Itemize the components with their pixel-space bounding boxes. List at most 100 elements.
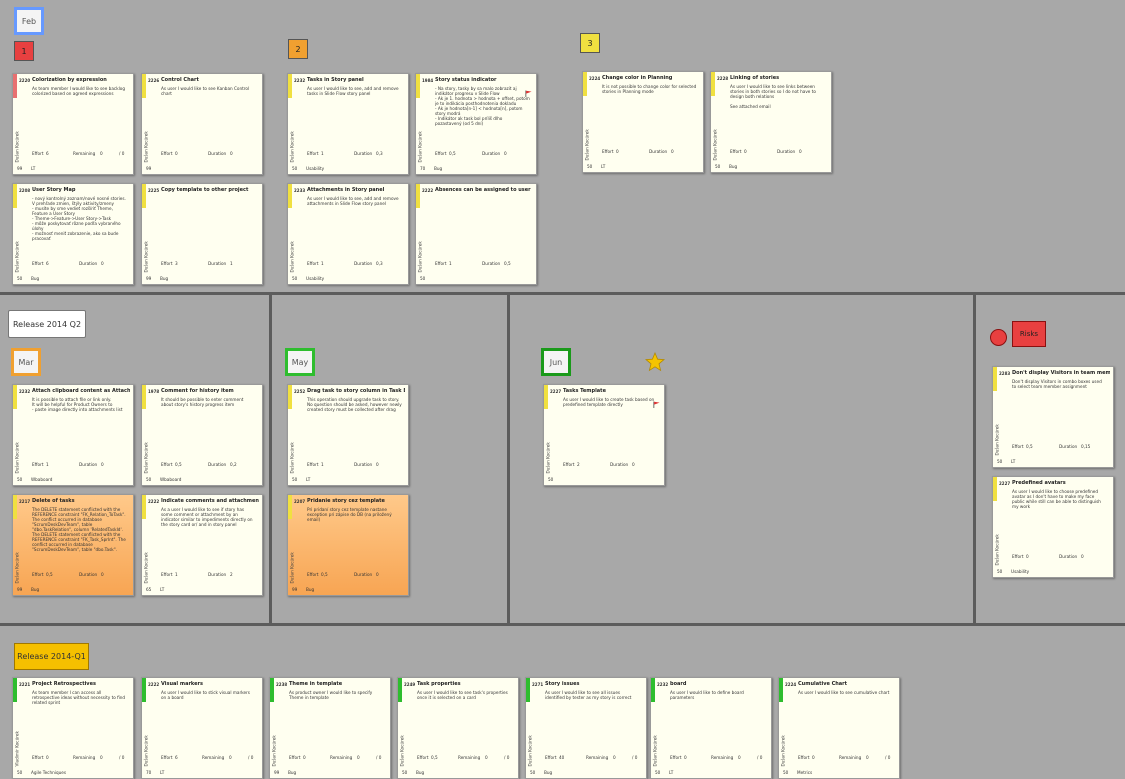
story-card[interactable]: 2226 Control Chart As user I would like to… bbox=[141, 73, 263, 175]
card-effort-label: Effort bbox=[435, 151, 447, 156]
card-duration-value: 0 bbox=[101, 572, 104, 577]
priority-marker-3[interactable]: 3 bbox=[580, 33, 600, 53]
story-card[interactable]: 2283Don't display Visitors in team membe… bbox=[992, 366, 1114, 468]
story-card[interactable]: 2228 Linking of stories As user I would li… bbox=[710, 71, 832, 173]
card-owner: Dušan Kocúrek bbox=[417, 241, 423, 273]
card-remaining-label: Remaining bbox=[839, 755, 862, 760]
card-title: Predefined avatars bbox=[1012, 480, 1066, 486]
release-q1-label[interactable]: Release 2014-Q1 bbox=[14, 643, 89, 670]
card-effort-value: 0 bbox=[46, 755, 49, 760]
story-card[interactable]: 2225 Copy template to other project Dušan … bbox=[141, 183, 263, 285]
story-card[interactable]: 1984 Story status indicator - Na story, ta… bbox=[415, 73, 537, 175]
card-remaining-total: / 0 bbox=[504, 755, 510, 760]
story-card[interactable]: 1978 Comment for history item It should be… bbox=[141, 384, 263, 486]
star-marker-icon[interactable] bbox=[644, 351, 666, 372]
card-owner: Dušan Kocúrek bbox=[584, 129, 590, 161]
card-category: Wbaboard bbox=[160, 477, 182, 482]
story-card[interactable]: 2252Drag task to story column in Task Bo… bbox=[287, 384, 409, 486]
story-card[interactable]: 2227 Tasks Template As user I would like t… bbox=[543, 384, 665, 486]
card-priority-stripe bbox=[651, 678, 655, 702]
card-title: Colorization by expression bbox=[32, 77, 107, 83]
card-owner: Dušan Kocúrek bbox=[289, 241, 295, 273]
story-card[interactable]: 2217 Delete of tasks The DELETE statement … bbox=[12, 494, 134, 596]
card-description: The DELETE statement conflicted with the… bbox=[32, 507, 126, 552]
card-effort-label: Effort bbox=[161, 151, 173, 156]
story-card[interactable]: 2222Indicate comments and attachments of… bbox=[141, 494, 263, 596]
card-effort-value: 0,5 bbox=[431, 755, 438, 760]
month-label-mar[interactable]: Mar bbox=[11, 348, 41, 376]
story-card[interactable]: 2222 Absences can be assigned to user Duša… bbox=[415, 183, 537, 285]
risk-circle-icon[interactable] bbox=[990, 329, 1007, 346]
card-id: 2227 bbox=[999, 481, 1011, 486]
card-effort-value: 1 bbox=[449, 261, 452, 266]
month-label-jun[interactable]: Jun bbox=[541, 348, 571, 376]
card-description: - Na story, tasky by sa malo zobrazit aj… bbox=[435, 86, 530, 126]
card-duration-value: 0 bbox=[799, 149, 802, 154]
card-priority-stripe bbox=[13, 495, 17, 519]
story-card[interactable]: 2222 Visual markers As user I would like t… bbox=[141, 677, 263, 779]
card-duration-label: Duration bbox=[354, 462, 373, 467]
card-duration-value: 0 bbox=[632, 462, 635, 467]
card-effort-value: 1 bbox=[321, 462, 324, 467]
card-priority-stripe bbox=[270, 678, 274, 702]
card-duration-label: Duration bbox=[354, 261, 373, 266]
story-card[interactable]: 2220 Colorization by expression As team me… bbox=[12, 73, 134, 175]
card-owner: Dušan Kocúrek bbox=[14, 552, 20, 584]
card-duration-value: 0,5 bbox=[504, 261, 511, 266]
card-owner: Dušan Kocúrek bbox=[994, 424, 1000, 456]
card-points: 50 bbox=[292, 166, 298, 171]
story-card[interactable]: 2221 Project Retrospectives As team member… bbox=[12, 677, 134, 779]
release-q2-label[interactable]: Release 2014 Q2 bbox=[8, 310, 86, 338]
card-effort-value: 0,5 bbox=[321, 572, 328, 577]
card-priority-stripe bbox=[416, 74, 420, 98]
card-priority-stripe bbox=[288, 184, 292, 208]
story-card[interactable]: 2249 Task properties As user I would like … bbox=[397, 677, 519, 779]
story-card[interactable]: 2232 board As user I would like to define … bbox=[650, 677, 772, 779]
month-label-may[interactable]: May bbox=[285, 348, 315, 376]
card-description: As user I would like to see all issues i… bbox=[545, 690, 632, 700]
card-remaining-value: 0 bbox=[229, 755, 232, 760]
card-description: As user I would like to see links betwee… bbox=[730, 84, 816, 109]
story-card[interactable]: 2232 Tasks in Story panel As user I would … bbox=[287, 73, 409, 175]
story-card[interactable]: 2208 User Story Map - nový kontrolný zozna… bbox=[12, 183, 134, 285]
card-owner: Dušan Kocúrek bbox=[143, 552, 149, 584]
story-card[interactable]: 2271 Story issues As user I would like to … bbox=[525, 677, 647, 779]
card-id: 1984 bbox=[422, 78, 434, 83]
story-card[interactable]: 2238 Theme in template As product owner I … bbox=[269, 677, 391, 779]
card-remaining-value: 0 bbox=[866, 755, 869, 760]
priority-marker-1[interactable]: 1 bbox=[14, 41, 34, 61]
card-duration-label: Duration bbox=[208, 572, 227, 577]
priority-marker-2[interactable]: 2 bbox=[288, 39, 308, 59]
card-category: Usability bbox=[306, 276, 325, 281]
card-effort-value: 0,5 bbox=[175, 462, 182, 467]
month-label-feb[interactable]: Feb bbox=[14, 7, 44, 35]
card-description: As user I would like to see, add and rem… bbox=[307, 86, 399, 96]
card-priority-stripe bbox=[142, 385, 146, 409]
card-description: As team member I can access all retrospe… bbox=[32, 690, 126, 705]
story-card[interactable]: 2233 Attachments in Story panel As user I … bbox=[287, 183, 409, 285]
card-owner: Dušan Kocúrek bbox=[143, 241, 149, 273]
card-effort-value: 0,5 bbox=[46, 572, 53, 577]
card-category: Bug bbox=[288, 770, 297, 775]
card-category: Bug bbox=[31, 276, 40, 281]
card-points: 50 bbox=[530, 770, 536, 775]
card-owner: Dušan Kocúrek bbox=[527, 735, 533, 767]
card-title: Delete of tasks bbox=[32, 498, 75, 504]
card-duration-value: 0 bbox=[504, 151, 507, 156]
card-title: Tasks in Story panel bbox=[307, 77, 364, 83]
card-remaining-label: Remaining bbox=[202, 755, 225, 760]
story-card[interactable]: 2224 Cumulative Chart As user I would like… bbox=[778, 677, 900, 779]
card-category: LT bbox=[160, 770, 165, 775]
card-points: 50 bbox=[17, 276, 23, 281]
card-id: 2220 bbox=[19, 78, 31, 83]
card-points: 50 bbox=[402, 770, 408, 775]
card-title: Comment for history item bbox=[161, 388, 234, 394]
story-card[interactable]: 2224 Change color in Planning It is not po… bbox=[582, 71, 704, 173]
story-card[interactable]: 2232Attach clipboard content as Attachme… bbox=[12, 384, 134, 486]
story-card[interactable]: 2207 Pridanie story cez template Pri prida… bbox=[287, 494, 409, 596]
risks-label[interactable]: Risks bbox=[1012, 321, 1046, 347]
story-card[interactable]: 2227 Predefined avatars As user I would li… bbox=[992, 476, 1114, 578]
card-effort-value: 0,5 bbox=[1026, 444, 1033, 449]
flag-icon bbox=[653, 401, 660, 408]
card-remaining-total: / 0 bbox=[248, 755, 254, 760]
